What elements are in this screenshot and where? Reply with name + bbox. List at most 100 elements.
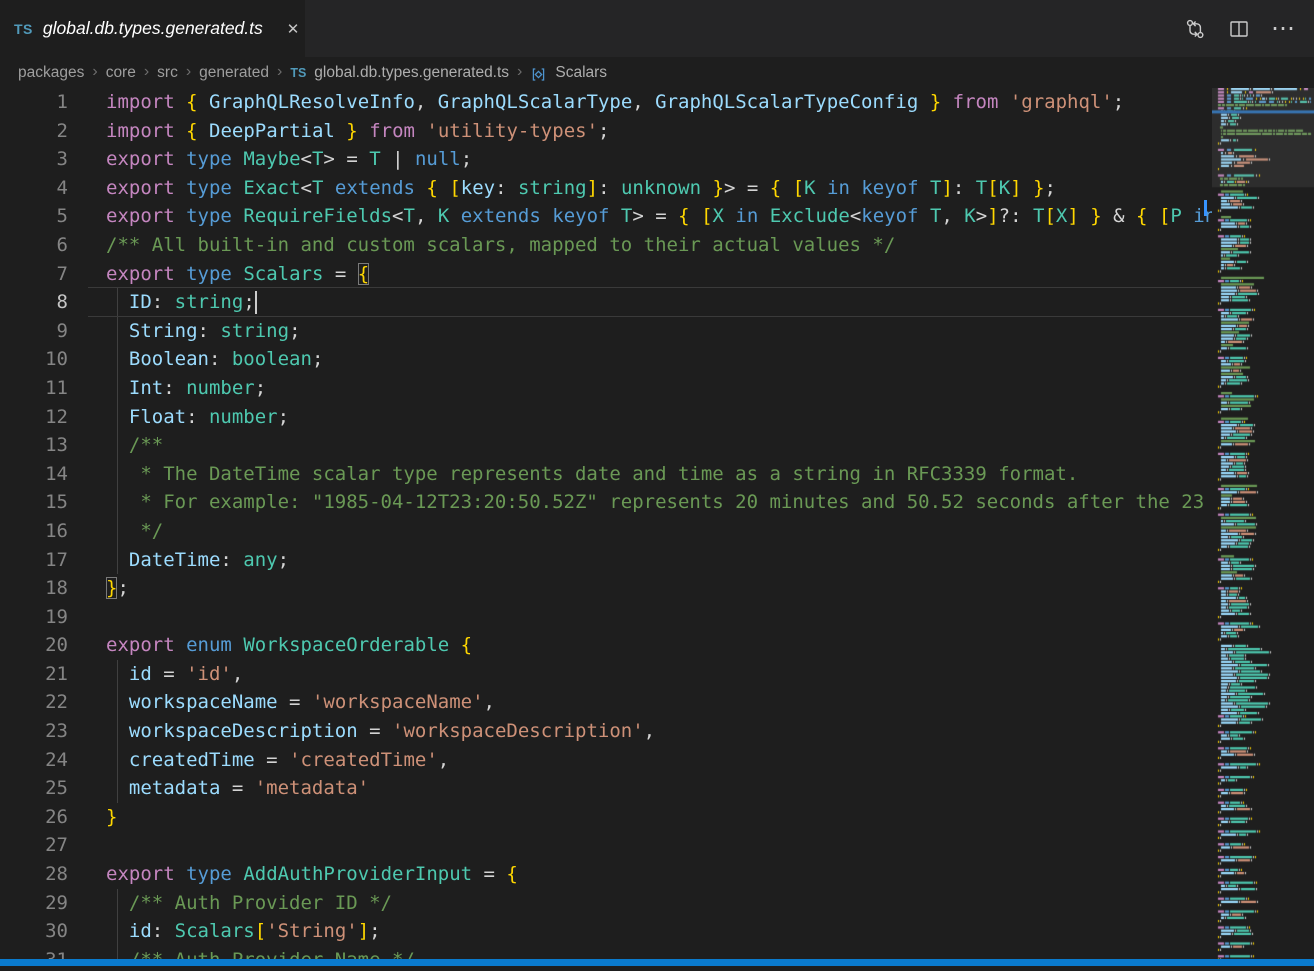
line-number[interactable]: 6: [0, 231, 106, 260]
code-line[interactable]: 15 * For example: "1985-04-12T23:20:50.5…: [0, 488, 1212, 517]
breadcrumb-separator: ›: [517, 63, 522, 81]
line-number[interactable]: 24: [0, 746, 106, 775]
code-line[interactable]: 12 Float: number;: [0, 403, 1212, 432]
code-editor[interactable]: 1import { GraphQLResolveInfo, GraphQLSca…: [0, 88, 1212, 966]
line-number[interactable]: 17: [0, 546, 106, 575]
line-number[interactable]: 20: [0, 631, 106, 660]
code-line[interactable]: 29 /** Auth Provider ID */: [0, 889, 1212, 918]
code-line-content: * The DateTime scalar type represents da…: [106, 460, 1212, 489]
line-number[interactable]: 2: [0, 117, 106, 146]
code-line[interactable]: 10 Boolean: boolean;: [0, 345, 1212, 374]
code-line[interactable]: 3export type Maybe<T> = T | null;: [0, 145, 1212, 174]
line-number[interactable]: 9: [0, 317, 106, 346]
scrollbar-decoration: [1204, 200, 1207, 216]
code-line[interactable]: 4export type Exact<T extends { [key: str…: [0, 174, 1212, 203]
matched-bracket: }: [106, 577, 117, 599]
code-line[interactable]: 8 ID: string;: [0, 288, 1212, 317]
breadcrumb-symbol[interactable]: Scalars: [555, 64, 607, 82]
tab-global-db-types[interactable]: TS global.db.types.generated.ts ✕: [0, 0, 305, 57]
indent-guide: [117, 546, 118, 575]
close-tab-icon[interactable]: ✕: [283, 18, 304, 40]
code-line[interactable]: 26}: [0, 803, 1212, 832]
indent-guide: [117, 374, 118, 403]
code-line[interactable]: 28export type AddAuthProviderInput = {: [0, 860, 1212, 889]
code-line[interactable]: 11 Int: number;: [0, 374, 1212, 403]
code-line[interactable]: 7export type Scalars = {: [0, 260, 1212, 289]
line-number[interactable]: 29: [0, 889, 106, 918]
line-number[interactable]: 25: [0, 774, 106, 803]
line-number[interactable]: 28: [0, 860, 106, 889]
code-line[interactable]: 23 workspaceDescription = 'workspaceDesc…: [0, 717, 1212, 746]
line-number[interactable]: 19: [0, 603, 106, 632]
code-line[interactable]: 1import { GraphQLResolveInfo, GraphQLSca…: [0, 88, 1212, 117]
bottom-accent-bar: [0, 959, 1314, 966]
code-line-content: export enum WorkspaceOrderable {: [106, 631, 1212, 660]
line-number[interactable]: 16: [0, 517, 106, 546]
line-number[interactable]: 18: [0, 574, 106, 603]
breadcrumb-item-src[interactable]: src: [157, 64, 178, 82]
code-line[interactable]: 19: [0, 603, 1212, 632]
line-number[interactable]: 22: [0, 688, 106, 717]
code-line[interactable]: 30 id: Scalars['String'];: [0, 917, 1212, 946]
minimap-canvas[interactable]: [1212, 88, 1314, 966]
indent-guide: [117, 460, 118, 489]
code-line[interactable]: 25 metadata = 'metadata': [0, 774, 1212, 803]
code-line[interactable]: 13 /**: [0, 431, 1212, 460]
line-number[interactable]: 5: [0, 202, 106, 231]
indent-guide: [117, 288, 118, 317]
breadcrumb-separator: ›: [92, 63, 97, 81]
indent-guide: [117, 345, 118, 374]
code-line[interactable]: 20export enum WorkspaceOrderable {: [0, 631, 1212, 660]
code-line[interactable]: 16 */: [0, 517, 1212, 546]
line-number[interactable]: 7: [0, 260, 106, 289]
indent-guide: [117, 688, 118, 717]
code-line[interactable]: 5export type RequireFields<T, K extends …: [0, 202, 1212, 231]
code-line[interactable]: 21 id = 'id',: [0, 660, 1212, 689]
line-number[interactable]: 14: [0, 460, 106, 489]
code-line-content: export type Scalars = {: [106, 260, 1212, 289]
code-line[interactable]: 22 workspaceName = 'workspaceName',: [0, 688, 1212, 717]
breadcrumb-separator: ›: [277, 63, 282, 81]
line-number[interactable]: 13: [0, 431, 106, 460]
code-line-content: */: [106, 517, 1212, 546]
breadcrumb-item-packages[interactable]: packages: [18, 64, 84, 82]
line-number[interactable]: 1: [0, 88, 106, 117]
indent-guide: [117, 889, 118, 918]
line-number[interactable]: 27: [0, 831, 106, 860]
line-number[interactable]: 11: [0, 374, 106, 403]
open-changes-icon[interactable]: [1180, 14, 1210, 44]
code-line[interactable]: 24 createdTime = 'createdTime',: [0, 746, 1212, 775]
line-number[interactable]: 21: [0, 660, 106, 689]
code-line[interactable]: 18};: [0, 574, 1212, 603]
code-line[interactable]: 14 * The DateTime scalar type represents…: [0, 460, 1212, 489]
line-number[interactable]: 3: [0, 145, 106, 174]
code-line-content: Int: number;: [106, 374, 1212, 403]
breadcrumb-item-generated[interactable]: generated: [199, 64, 269, 82]
line-number[interactable]: 15: [0, 488, 106, 517]
breadcrumb-item-core[interactable]: core: [106, 64, 136, 82]
line-number[interactable]: 10: [0, 345, 106, 374]
split-editor-icon[interactable]: [1224, 14, 1254, 44]
code-line-content: String: string;: [106, 317, 1212, 346]
code-line[interactable]: 6/** All built-in and custom scalars, ma…: [0, 231, 1212, 260]
line-number[interactable]: 30: [0, 917, 106, 946]
minimap[interactable]: [1212, 88, 1314, 966]
typescript-file-icon: TS: [14, 21, 33, 37]
code-line[interactable]: 2import { DeepPartial } from 'utility-ty…: [0, 117, 1212, 146]
code-line[interactable]: 17 DateTime: any;: [0, 546, 1212, 575]
code-line[interactable]: 9 String: string;: [0, 317, 1212, 346]
breadcrumb-file[interactable]: global.db.types.generated.ts: [314, 64, 509, 82]
code-line-content: /** Auth Provider ID */: [106, 889, 1212, 918]
matched-bracket: {: [358, 263, 369, 285]
indent-guide: [117, 660, 118, 689]
more-actions-icon[interactable]: ⋯: [1268, 14, 1298, 44]
code-line-content: id = 'id',: [106, 660, 1212, 689]
line-number[interactable]: 23: [0, 717, 106, 746]
line-number[interactable]: 8: [0, 288, 106, 317]
code-line-content: export type RequireFields<T, K extends k…: [106, 202, 1212, 231]
line-number[interactable]: 12: [0, 403, 106, 432]
indent-guide: [117, 488, 118, 517]
line-number[interactable]: 4: [0, 174, 106, 203]
line-number[interactable]: 26: [0, 803, 106, 832]
code-line[interactable]: 27: [0, 831, 1212, 860]
